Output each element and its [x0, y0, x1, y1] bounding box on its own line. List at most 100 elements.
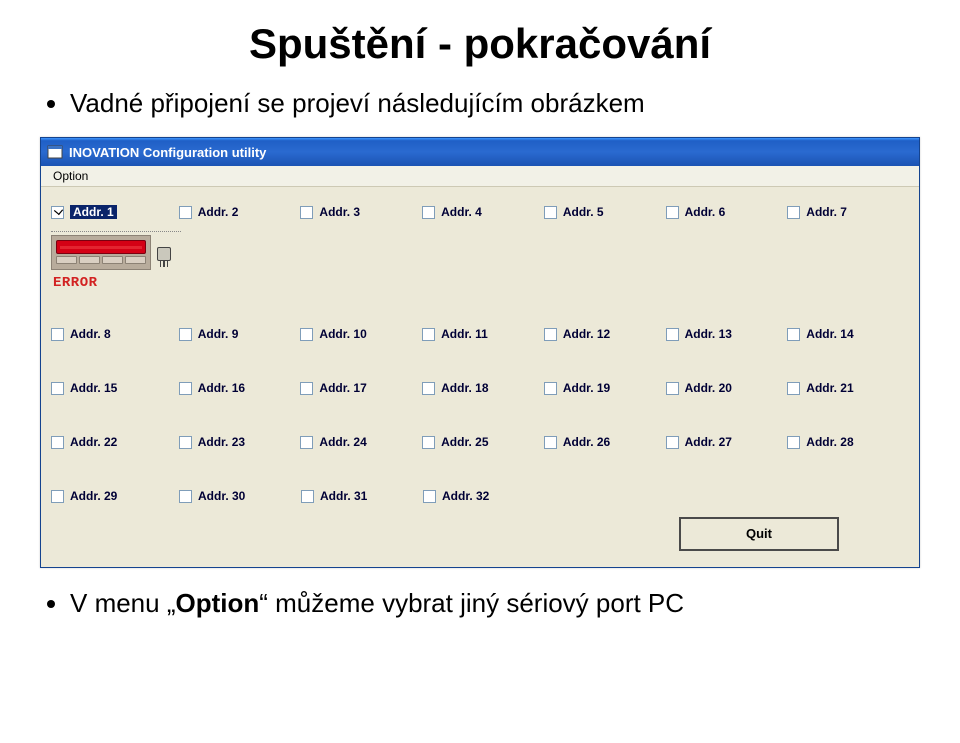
addr-label: Addr. 13 [685, 327, 732, 341]
checkbox-icon[interactable] [666, 206, 679, 219]
addr-label: Addr. 16 [198, 381, 245, 395]
addr-19[interactable]: Addr. 19 [544, 381, 666, 395]
addr-18[interactable]: Addr. 18 [422, 381, 544, 395]
addr-26[interactable]: Addr. 26 [544, 435, 666, 449]
checkbox-icon[interactable] [544, 382, 557, 395]
addr-label: Addr. 12 [563, 327, 610, 341]
addr-24[interactable]: Addr. 24 [300, 435, 422, 449]
checkbox-icon[interactable] [179, 206, 192, 219]
checkbox-icon[interactable] [423, 490, 436, 503]
addr-14[interactable]: Addr. 14 [787, 327, 909, 341]
bullet-1: Vadné připojení se projeví následujícím … [70, 88, 920, 119]
checkbox-icon[interactable] [179, 436, 192, 449]
checkbox-icon[interactable] [51, 436, 64, 449]
addr-17[interactable]: Addr. 17 [300, 381, 422, 395]
addr-label: Addr. 22 [70, 435, 117, 449]
checkbox-icon[interactable] [300, 328, 313, 341]
checkbox-icon[interactable] [422, 206, 435, 219]
checkbox-icon[interactable] [666, 436, 679, 449]
bullet-list-bottom: V menu „Option“ můžeme vybrat jiný sério… [40, 588, 920, 619]
addr-label: Addr. 10 [319, 327, 366, 341]
quit-row: Quit [51, 517, 909, 551]
checkbox-icon[interactable] [179, 328, 192, 341]
addr-16[interactable]: Addr. 16 [179, 381, 301, 395]
addr-label: Addr. 4 [441, 205, 482, 219]
quit-button[interactable]: Quit [679, 517, 839, 551]
checkbox-icon[interactable] [787, 382, 800, 395]
checkbox-icon[interactable] [787, 436, 800, 449]
menu-option[interactable]: Option [47, 167, 94, 185]
addr-6[interactable]: Addr. 6 [666, 205, 788, 219]
checkbox-icon[interactable] [666, 382, 679, 395]
checkbox-icon[interactable] [787, 206, 800, 219]
titlebar-text: INOVATION Configuration utility [69, 145, 266, 160]
checkbox-icon[interactable] [179, 490, 192, 503]
checkbox-icon[interactable] [179, 382, 192, 395]
addr-label: Addr. 14 [806, 327, 853, 341]
addr-row-1: Addr. 1 Addr. 2 Addr. 3 Addr. 4 Addr. 5 [51, 201, 909, 223]
addr-label: Addr. 29 [70, 489, 117, 503]
addr-22[interactable]: Addr. 22 [51, 435, 179, 449]
device-panel [51, 235, 151, 270]
checkbox-icon[interactable] [544, 206, 557, 219]
addr-11[interactable]: Addr. 11 [422, 327, 544, 341]
checkbox-icon[interactable] [51, 328, 64, 341]
checkbox-icon[interactable] [300, 436, 313, 449]
checkbox-icon[interactable] [422, 328, 435, 341]
checkbox-icon[interactable] [51, 382, 64, 395]
addr-label: Addr. 15 [70, 381, 117, 395]
device-buttons [56, 256, 146, 264]
addr-label: Addr. 1 [70, 205, 117, 219]
addr-29[interactable]: Addr. 29 [51, 489, 179, 503]
titlebar: INOVATION Configuration utility [41, 138, 919, 166]
checkbox-icon[interactable] [301, 490, 314, 503]
addr-27[interactable]: Addr. 27 [666, 435, 788, 449]
checkbox-icon[interactable] [544, 328, 557, 341]
checkbox-icon[interactable] [422, 436, 435, 449]
addr-2[interactable]: Addr. 2 [179, 205, 301, 219]
addr-7[interactable]: Addr. 7 [787, 205, 909, 219]
checkbox-icon[interactable] [51, 490, 64, 503]
addr-4[interactable]: Addr. 4 [422, 205, 544, 219]
addr-28[interactable]: Addr. 28 [787, 435, 909, 449]
checkbox-icon[interactable] [544, 436, 557, 449]
addr-8[interactable]: Addr. 8 [51, 327, 179, 341]
addr-label: Addr. 2 [198, 205, 239, 219]
addr-label: Addr. 32 [442, 489, 489, 503]
addr-5[interactable]: Addr. 5 [544, 205, 666, 219]
addr-label: Addr. 5 [563, 205, 604, 219]
addr-10[interactable]: Addr. 10 [300, 327, 422, 341]
addr-label: Addr. 31 [320, 489, 367, 503]
addr-23[interactable]: Addr. 23 [179, 435, 301, 449]
checkbox-icon[interactable] [300, 382, 313, 395]
device-image: ERROR [51, 231, 181, 291]
addr-32[interactable]: Addr. 32 [423, 489, 545, 503]
addr-1[interactable]: Addr. 1 [51, 205, 179, 219]
bullet-2: V menu „Option“ můžeme vybrat jiný sério… [70, 588, 920, 619]
addr-15[interactable]: Addr. 15 [51, 381, 179, 395]
addr-9[interactable]: Addr. 9 [179, 327, 301, 341]
addr-label: Addr. 25 [441, 435, 488, 449]
addr-13[interactable]: Addr. 13 [666, 327, 788, 341]
addr-12[interactable]: Addr. 12 [544, 327, 666, 341]
checkbox-icon[interactable] [666, 328, 679, 341]
checkbox-icon[interactable] [422, 382, 435, 395]
checkbox-icon[interactable] [787, 328, 800, 341]
bullet-2-post: “ můžeme vybrat jiný sériový port PC [259, 588, 684, 618]
plug-icon [157, 241, 175, 271]
addr-label: Addr. 27 [685, 435, 732, 449]
addr-20[interactable]: Addr. 20 [666, 381, 788, 395]
device-screen [56, 240, 146, 254]
addr-30[interactable]: Addr. 30 [179, 489, 301, 503]
checkbox-icon[interactable] [51, 206, 64, 219]
addr-21[interactable]: Addr. 21 [787, 381, 909, 395]
addr-label: Addr. 6 [685, 205, 726, 219]
addr-label: Addr. 19 [563, 381, 610, 395]
addr-31[interactable]: Addr. 31 [301, 489, 423, 503]
checkbox-icon[interactable] [300, 206, 313, 219]
app-window: INOVATION Configuration utility Option A… [40, 137, 920, 568]
addr-25[interactable]: Addr. 25 [422, 435, 544, 449]
bullet-list-top: Vadné připojení se projeví následujícím … [40, 88, 920, 119]
addr-3[interactable]: Addr. 3 [300, 205, 422, 219]
addr-label: Addr. 9 [198, 327, 239, 341]
